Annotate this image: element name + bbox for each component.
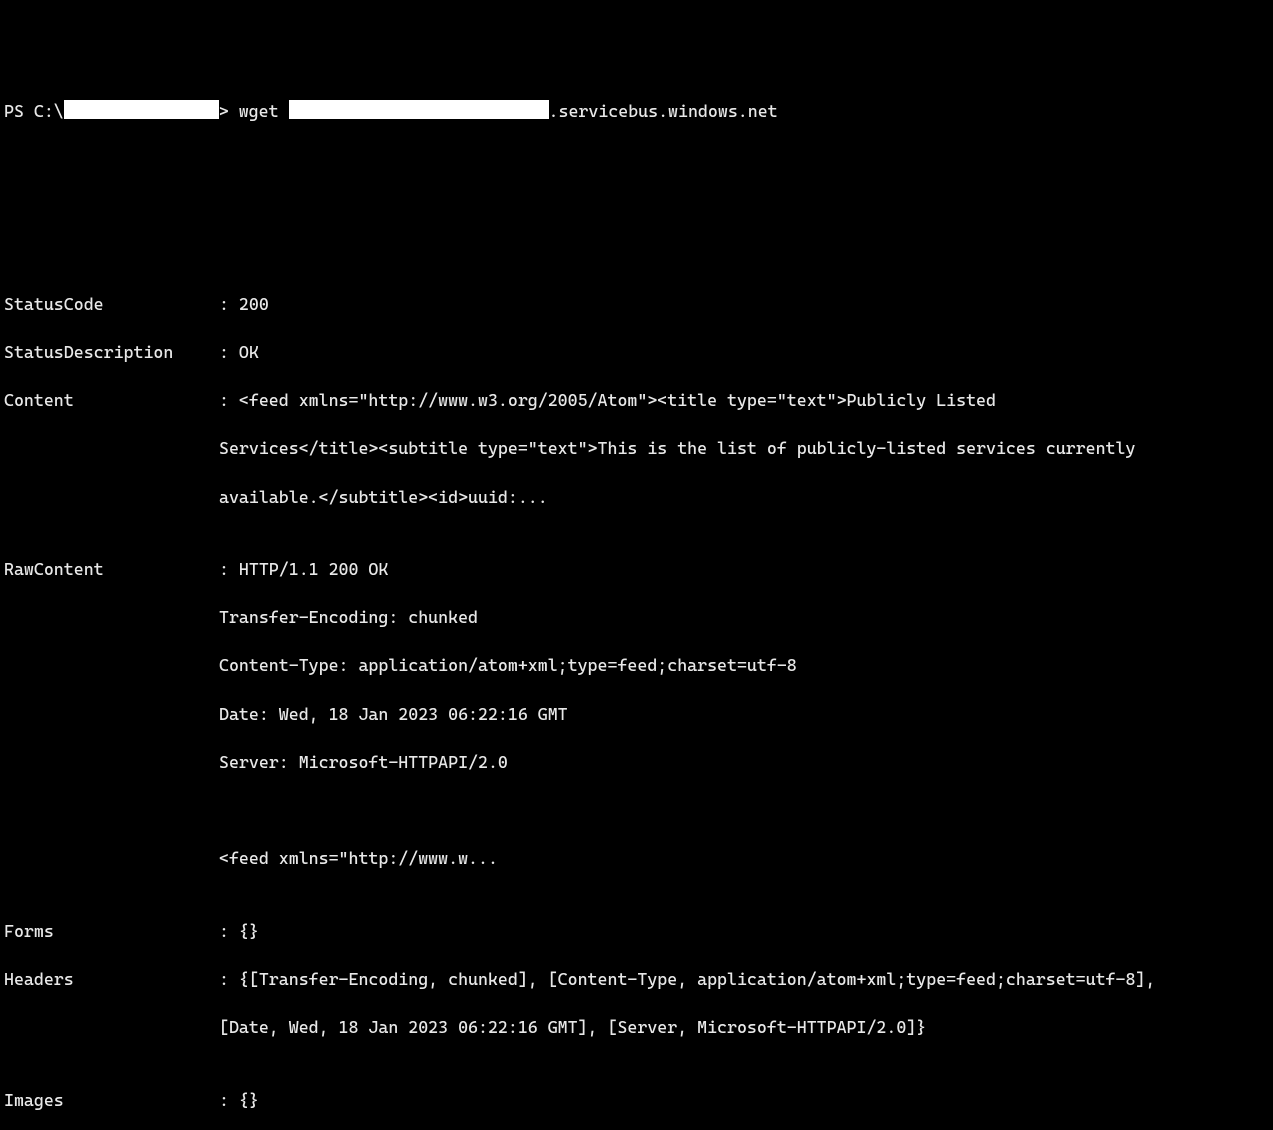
value-statusdescription: OK (219, 340, 1269, 364)
value-forms: {} (219, 919, 1269, 943)
value-images: {} (219, 1088, 1269, 1112)
blank-line (4, 219, 1269, 243)
value-rawcontent-3: Date: Wed, 18 Jan 2023 06:22:16 GMT (4, 702, 1269, 726)
command-name: wget (239, 99, 279, 123)
value-content-1: Services</title><subtitle type="text">Th… (4, 436, 1269, 460)
url-suffix: .servicebus.windows.net (549, 99, 778, 123)
blank-line (4, 171, 1269, 195)
value-rawcontent-1: Transfer-Encoding: chunked (4, 605, 1269, 629)
value-headers-1: [Date, Wed, 18 Jan 2023 06:22:16 GMT], [… (4, 1015, 1269, 1039)
output-row-content: Content<feed xmlns="http://www.w3.org/20… (4, 388, 1269, 412)
output-row-images: Images{} (4, 1088, 1269, 1112)
value-rawcontent-blank (4, 798, 1269, 822)
label-images: Images (4, 1088, 219, 1112)
output-row-rawcontent: RawContentHTTP/1.1 200 OK (4, 557, 1269, 581)
label-rawcontent: RawContent (4, 557, 219, 581)
output-row-headers: Headers{[Transfer-Encoding, chunked], [C… (4, 967, 1269, 991)
output-row-statuscode: StatusCode200 (4, 292, 1269, 316)
redacted-argument (289, 100, 549, 119)
prompt-prefix: PS C:\ (4, 99, 64, 123)
output-row-forms: Forms{} (4, 919, 1269, 943)
value-rawcontent-6: <feed xmlns="http://www.w... (4, 846, 1269, 870)
output-row-statusdescription: StatusDescriptionOK (4, 340, 1269, 364)
value-content-0: <feed xmlns="http://www.w3.org/2005/Atom… (219, 388, 1269, 412)
prompt-caret: > (219, 99, 229, 123)
value-rawcontent-4: Server: Microsoft-HTTPAPI/2.0 (4, 750, 1269, 774)
value-rawcontent-2: Content-Type: application/atom+xml;type=… (4, 653, 1269, 677)
label-headers: Headers (4, 967, 219, 991)
value-content-2: available.</subtitle><id>uuid:... (4, 485, 1269, 509)
label-forms: Forms (4, 919, 219, 943)
redacted-path (64, 100, 219, 119)
label-statusdescription: StatusDescription (4, 340, 219, 364)
label-content: Content (4, 388, 219, 412)
value-headers-0: {[Transfer-Encoding, chunked], [Content-… (219, 967, 1269, 991)
command-prompt-line[interactable]: PS C:\ > wget .servicebus.windows.net (4, 99, 1269, 123)
label-statuscode: StatusCode (4, 292, 219, 316)
value-rawcontent-0: HTTP/1.1 200 OK (219, 557, 1269, 581)
value-statuscode: 200 (219, 292, 1269, 316)
